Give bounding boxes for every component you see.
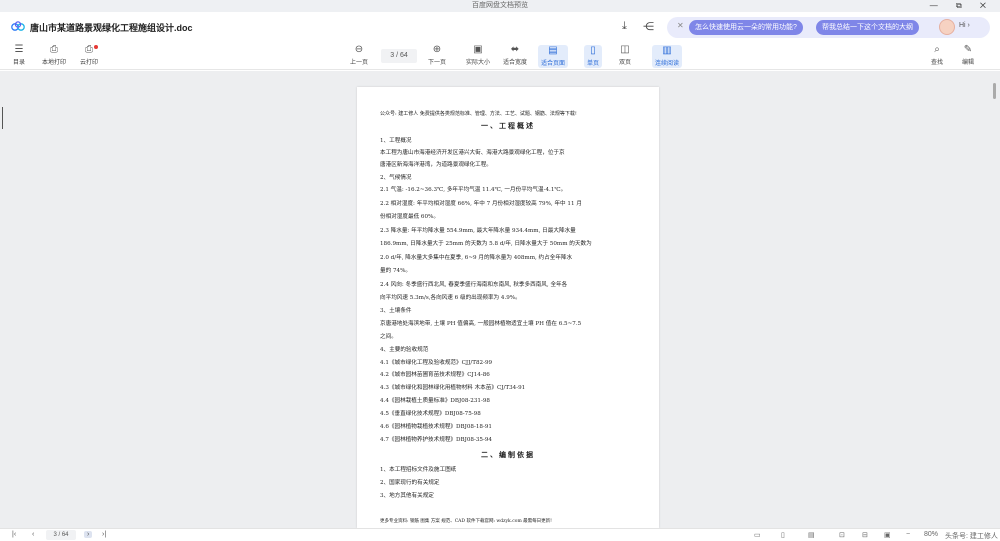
ai-summary-pill[interactable]: 帮我总结一下这个文档的大纲: [816, 20, 919, 35]
document-title: 唐山市某道路景观绿化工程施组设计.doc: [30, 23, 193, 33]
doc-line: 份相对湿度最低 60%。: [380, 214, 439, 220]
search-icon: ⌕: [934, 44, 940, 55]
doc-line: 2.4 风向: 冬季盛行西北风, 春夏季盛行海南和东南风, 秋季多西南风, 全年…: [380, 282, 568, 288]
doc-line: 4.4《园林栽植土质量标准》DBJ08-231-98: [380, 398, 490, 404]
notification-dot: [94, 45, 98, 49]
doc-line: 之间。: [380, 334, 397, 340]
doc-line: 2.0 d/年, 降水量大多集中在夏季, 6~9 月的降水量为 408mm, 约…: [380, 255, 573, 261]
doc-line: 向平均风速 5.3m/s,各向风速 6 级的出现频率为 4.9%。: [380, 295, 521, 301]
doc-footer: 更多专业资料: 钢筋 图集 方案 规范、CAD 软件下载官网: wdzyk.co…: [380, 519, 552, 524]
doc-line: 2、气候情况: [380, 175, 412, 181]
fit-width-small-icon[interactable]: ⊟: [862, 531, 868, 539]
doc-line: 京唐港地处海滨地带, 土壤 PH 值偏高, 一般园林植物适宜土壤 PH 值在 6…: [380, 321, 582, 327]
section-heading: 一、工程概述: [481, 121, 535, 130]
doc-line: 2.2 相对湿度: 年平均相对湿度 66%, 年中 7 月份相对湿度较高 79%…: [380, 201, 582, 207]
arrow-up-circle-icon: ⊖: [354, 44, 364, 55]
arrow-down-circle-icon: ⊕: [432, 44, 442, 55]
status-bar: |‹ ‹ 3 / 64 › ›| ▭ ▯ ▤ ⊡ ⊟ ▣ − 80% 头条号: …: [0, 528, 1000, 541]
next-page-icon[interactable]: ›: [84, 531, 93, 538]
doc-line: 4.2《城市园林苗圃育苗技术规程》CJ14-86: [380, 372, 490, 378]
doc-line: 4.6《园林植物栽植技术规程》DBJ08-18-91: [380, 424, 492, 430]
ai-suggestion-pill[interactable]: 怎么快速使用云一朵的常用功能?: [689, 20, 803, 35]
doc-line: 2.3 降水量: 年平均降水量 554.9mm, 最大年降水量 934.4mm,…: [380, 228, 576, 234]
fit-width-icon: ⬌: [510, 44, 520, 55]
actual-size-button[interactable]: ▣ 实际大小: [466, 44, 490, 67]
double-page-icon: ◫: [620, 44, 630, 55]
doc-line: 1、工程概况: [380, 138, 412, 144]
scroll-view-icon[interactable]: ▤: [808, 531, 815, 539]
doc-line: 1、本工程招标文件及施工图纸: [380, 467, 457, 473]
watermark-text: 头条号: 建工修人: [945, 533, 998, 540]
doc-line: 量的 74%。: [380, 268, 411, 274]
fit-page-button[interactable]: ▤ 适合页面: [538, 45, 569, 68]
doc-line: 本工程为唐山市海港经济开发区港兴大街、海港大路景观绿化工程，位于京: [380, 150, 565, 156]
single-page-button[interactable]: ▯ 单页: [584, 45, 603, 68]
local-print-button[interactable]: ⎙ 本地打印: [42, 44, 66, 67]
cloud-printer-icon: ⎙: [85, 44, 93, 55]
fit-width-button[interactable]: ⬌ 适合宽度: [503, 44, 527, 67]
prev-page-icon[interactable]: ‹: [32, 531, 34, 538]
doc-line: 4、主要的验收规范: [380, 347, 429, 353]
baidu-cloud-logo-icon: [11, 21, 25, 31]
single-view-icon[interactable]: ▯: [781, 531, 785, 539]
fit-page-icon: ▤: [548, 45, 558, 56]
cloud-print-button[interactable]: ⎙ 云打印: [80, 44, 98, 67]
prev-page-button[interactable]: ⊖ 上一页: [350, 44, 368, 67]
last-page-icon[interactable]: ›|: [102, 531, 106, 538]
doc-line: 3、土壤条件: [380, 308, 412, 314]
doc-line: 4.1《城市绿化工程及验收规范》CJJ/T82-99: [380, 360, 493, 366]
doc-line: 4.7《园林植物养护技术规程》DBJ08-35-94: [380, 437, 492, 443]
zoom-level[interactable]: 80%: [924, 531, 938, 538]
single-page-icon: ▯: [590, 45, 596, 56]
doc-line: 4.3《城市绿化和园林绿化用植物材料 木本苗》CJ/T34-91: [380, 385, 526, 391]
edit-button[interactable]: ✎ 编辑: [962, 44, 974, 67]
fit-icon[interactable]: ⊡: [839, 531, 845, 539]
view-mode-icon[interactable]: ▭: [754, 531, 761, 539]
doc-line: 公众号: 建工修人 免费提供各类规范标准、管理、方法、工艺、试题、钢筋、法规等下…: [380, 111, 577, 117]
pencil-icon: ✎: [963, 44, 973, 55]
viewer-toolbar: ☰ 目录 ⎙ 本地打印 ⎙ 云打印 ⊖ 上一页 ⊕ 下一页 ▣ 实际大小 ⬌ 适合宽度 ▤ 适合…: [0, 42, 1000, 70]
rotate-icon[interactable]: ▣: [884, 531, 891, 539]
status-page-indicator[interactable]: 3 / 64: [46, 530, 76, 540]
doc-line: 186.9mm, 日降水量大于 25mm 的天数为 5.8 d/年, 日降水量大…: [380, 241, 592, 247]
document-viewport[interactable]: 公众号: 建工修人 免费提供各类规范标准、管理、方法、工艺、试题、钢筋、法规等下…: [0, 71, 1000, 528]
list-icon: ☰: [14, 44, 24, 55]
ai-avatar[interactable]: [939, 19, 955, 35]
continuous-read-button[interactable]: ▥ 连续阅读: [652, 45, 683, 68]
section-heading: 二、编制依据: [481, 450, 535, 459]
text-cursor: [2, 107, 3, 129]
app-header: 唐山市某道路景观绿化工程施组设计.doc ⤓ ⋲ ✕ 怎么快速使用云一朵的常用功…: [0, 12, 1000, 42]
page-number-input[interactable]: 3 / 64: [381, 49, 417, 63]
next-page-button[interactable]: ⊕ 下一页: [428, 44, 446, 67]
window-titlebar: 百度网盘文档预览 — ⧉ ✕: [0, 0, 1000, 12]
doc-line: 4.5《垂直绿化技术规程》DBJ08-75-98: [380, 411, 481, 417]
doc-line: 2.1 气温: -16.2~36.3℃, 多年平均气温 11.4℃, 一月份平均…: [380, 187, 567, 193]
doc-line: 2、国家现行的有关规定: [380, 480, 440, 486]
doc-line: 3、地方其他有关规定: [380, 493, 434, 499]
document-page: 公众号: 建工修人 免费提供各类规范标准、管理、方法、工艺、试题、钢筋、法规等下…: [357, 87, 659, 528]
actual-size-icon: ▣: [473, 44, 483, 55]
double-page-button[interactable]: ◫ 双页: [619, 44, 631, 67]
toc-button[interactable]: ☰ 目录: [13, 44, 25, 67]
ai-greeting[interactable]: Hi ›: [959, 22, 970, 29]
doc-line: 唐港区新海海洋港湾，为道路景观绿化工程。: [380, 162, 492, 168]
ai-assistant-bar: ✕ 怎么快速使用云一朵的常用功能? 帮我总结一下这个文档的大纲 Hi ›: [667, 17, 990, 38]
close-icon[interactable]: ✕: [677, 21, 684, 30]
search-button[interactable]: ⌕ 查找: [931, 44, 943, 67]
share-icon[interactable]: ⋲: [643, 20, 654, 33]
window-controls[interactable]: — ⧉ ✕: [930, 0, 994, 12]
printer-icon: ⎙: [50, 44, 58, 55]
window-title: 百度网盘文档预览: [472, 2, 528, 9]
zoom-out-icon[interactable]: −: [906, 531, 910, 538]
first-page-icon[interactable]: |‹: [12, 531, 16, 538]
download-icon[interactable]: ⤓: [622, 20, 627, 33]
continuous-icon: ▥: [662, 45, 672, 56]
vertical-scrollbar[interactable]: [993, 83, 996, 99]
